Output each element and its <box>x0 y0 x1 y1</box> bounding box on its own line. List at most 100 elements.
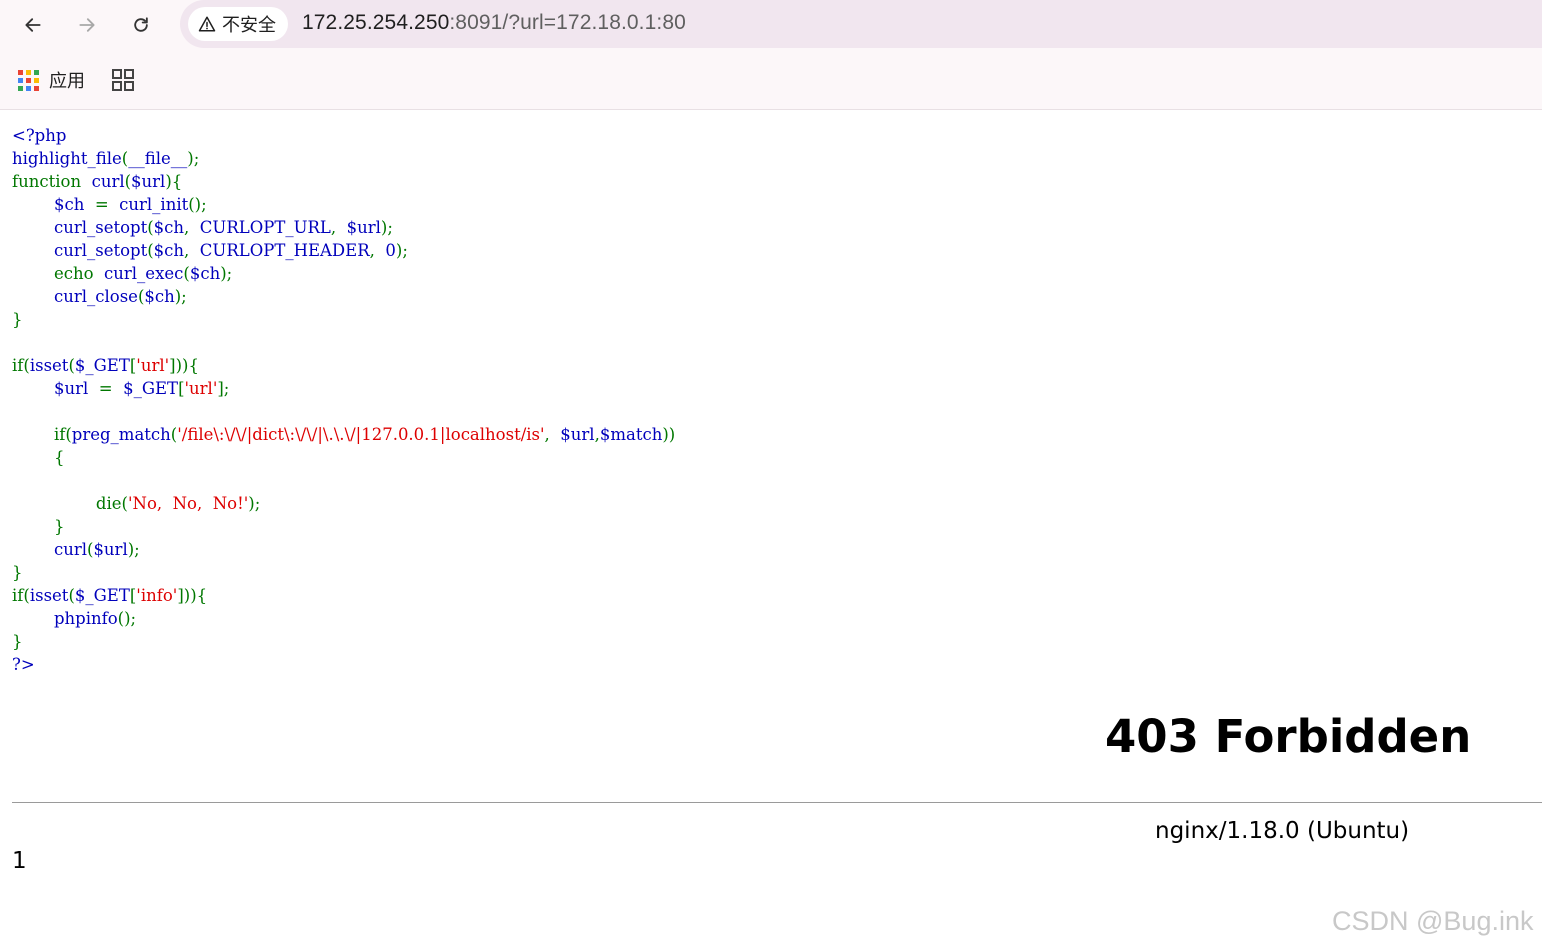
code-token: $ch <box>153 241 185 260</box>
code-line: phpinfo(); <box>12 607 675 630</box>
reload-button[interactable] <box>125 9 157 41</box>
code-token: } <box>12 563 23 582</box>
code-line: } <box>12 515 675 538</box>
code-token: } <box>12 310 23 329</box>
code-token: $ch <box>144 287 175 306</box>
code-token: $_GET <box>117 379 179 398</box>
code-token: '/file\:\/\/|dict\:\/\/|\.\.\/|127.0.0.1… <box>177 425 545 444</box>
code-line: highlight_file(__file__); <box>12 147 675 170</box>
code-line: } <box>12 561 675 584</box>
code-line: { <box>12 446 675 469</box>
code-token: $ch <box>153 218 185 237</box>
reload-icon <box>134 17 148 32</box>
arrow-left-icon <box>25 18 41 32</box>
code-token: , <box>330 218 342 237</box>
code-token: } <box>12 632 23 651</box>
code-line: function curl($url){ <box>12 170 675 193</box>
code-line: if(isset($_GET['url'])){ <box>12 354 675 377</box>
url-host: 172.25.254.250 <box>302 11 450 34</box>
php-source-code: <?php highlight_file(__file__); function c… <box>12 124 675 676</box>
code-token: curl_exec <box>98 264 184 283</box>
code-token: 'url' <box>136 356 170 375</box>
code-token: die( <box>12 494 128 513</box>
code-token: $url <box>93 540 128 559</box>
code-token: ); <box>380 218 393 237</box>
code-token: ); <box>248 494 261 513</box>
code-line: } <box>12 308 675 331</box>
bookmark-apps-label: 应用 <box>49 71 85 91</box>
warning-triangle-icon <box>198 16 216 32</box>
address-bar[interactable]: 不安全 172.25.254.250:8091/?url=172.18.0.1:… <box>180 0 1542 48</box>
code-token: if( <box>12 586 30 605</box>
code-token: curl_init <box>113 195 189 214</box>
code-token: , <box>184 218 195 237</box>
code-token: ])){ <box>169 356 199 375</box>
code-token: ]; <box>217 379 230 398</box>
back-button[interactable] <box>17 9 49 41</box>
code-token: ){ <box>165 172 183 191</box>
apps-grid-icon <box>18 69 39 91</box>
code-token: ); <box>127 540 140 559</box>
code-token: phpinfo <box>12 609 118 628</box>
code-token: <?php <box>12 126 67 145</box>
code-token: $ch <box>12 195 90 214</box>
code-token: , <box>184 241 195 260</box>
code-token: ); <box>174 287 187 306</box>
code-token: $url <box>12 379 94 398</box>
code-token: if( <box>12 356 30 375</box>
code-token: ])){ <box>177 586 208 605</box>
code-line: curl_setopt($ch, CURLOPT_URL, $url); <box>12 216 675 239</box>
code-token: ); <box>187 149 200 168</box>
code-token: $match <box>599 425 663 444</box>
code-line: ?> <box>12 653 675 676</box>
code-token: $ch <box>189 264 221 283</box>
code-line: echo curl_exec($ch); <box>12 262 675 285</box>
code-token: curl_close <box>12 287 138 306</box>
forward-button[interactable] <box>71 9 103 41</box>
code-token: = <box>93 379 118 398</box>
code-token: 'No, <box>127 494 168 513</box>
url-text[interactable]: 172.25.254.250:8091/?url=172.18.0.1:80 <box>302 11 686 35</box>
code-token: isset <box>29 586 69 605</box>
code-token: (); <box>117 609 137 628</box>
code-token: $_GET <box>74 586 130 605</box>
code-token: curl <box>12 540 87 559</box>
code-line: if(isset($_GET['info'])){ <box>12 584 675 607</box>
browser-toolbar: 不安全 172.25.254.250:8091/?url=172.18.0.1:… <box>0 0 1542 50</box>
code-token: isset <box>29 356 69 375</box>
code-token: No, <box>167 494 208 513</box>
security-label: 不安全 <box>222 15 276 35</box>
code-token: CURLOPT_URL <box>194 218 331 237</box>
horizontal-rule <box>12 802 1542 803</box>
code-token: )) <box>662 425 676 444</box>
server-signature: nginx/1.18.0 (Ubuntu) <box>1155 818 1410 844</box>
code-token: $_GET <box>74 356 130 375</box>
script-output: 1 <box>12 848 27 874</box>
code-token: curl_setopt <box>12 241 148 260</box>
code-line: } <box>12 630 675 653</box>
code-token: ); <box>220 264 233 283</box>
code-token: } <box>12 517 65 536</box>
code-token: ?> <box>12 655 35 674</box>
code-line: $url = $_GET['url']; <box>12 377 675 400</box>
code-token: , <box>544 425 556 444</box>
code-token: , <box>369 241 381 260</box>
code-token: ); <box>395 241 408 260</box>
code-token: 0 <box>380 241 396 260</box>
bookmark-apps[interactable]: 应用 <box>18 67 85 93</box>
error-title: 403 Forbidden <box>1105 710 1472 763</box>
watermark: CSDN @Bug.ink <box>1332 906 1534 936</box>
security-indicator[interactable]: 不安全 <box>188 7 288 41</box>
code-line: $ch = curl_init(); <box>12 193 675 216</box>
code-token: $url <box>131 172 166 191</box>
code-line: if(preg_match('/file\:\/\/|dict\:\/\/|\.… <box>12 423 675 446</box>
tab-groups-icon[interactable] <box>111 68 135 92</box>
code-token: (); <box>188 195 207 214</box>
code-token: No!' <box>207 494 249 513</box>
code-token: curl <box>86 172 125 191</box>
code-line: curl_close($ch); <box>12 285 675 308</box>
code-line: curl_setopt($ch, CURLOPT_HEADER, 0); <box>12 239 675 262</box>
